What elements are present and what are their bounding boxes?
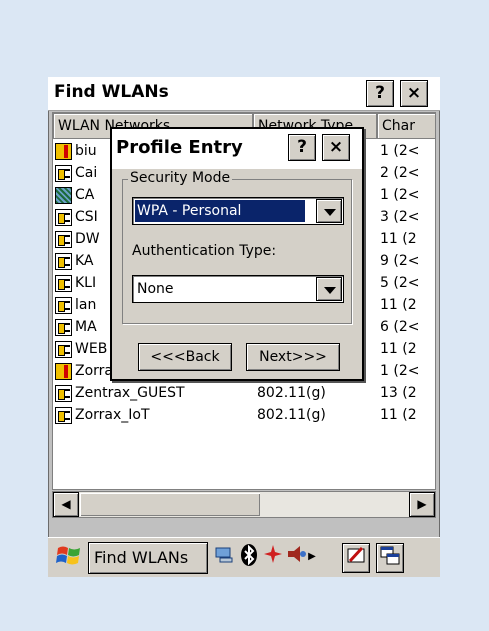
network-icon: [55, 319, 72, 336]
channel: 6 (2<: [380, 319, 420, 335]
wlan-name: CA: [75, 187, 95, 203]
dialog-titlebar: Profile Entry ? ×: [112, 129, 362, 169]
network-icon: [55, 209, 72, 226]
scroll-left-icon[interactable]: ◀: [53, 492, 79, 517]
dialog-title: Profile Entry: [116, 137, 243, 158]
dialog-help-button[interactable]: ?: [288, 134, 316, 161]
close-button[interactable]: ×: [400, 80, 428, 107]
channel: 11 (2: [380, 341, 417, 357]
window-switch-icon[interactable]: [376, 543, 404, 573]
dialog-close-button[interactable]: ×: [322, 134, 350, 161]
security-mode-value: WPA - Personal: [135, 200, 305, 222]
channel: 1 (2<: [380, 187, 420, 203]
taskbar-find-wlans[interactable]: Find WLANs: [88, 542, 208, 574]
window-title: Find WLANs: [54, 82, 169, 102]
channel: 13 (2: [380, 385, 417, 401]
list-item[interactable]: Zorrax_IoT 802.11(g) 11 (2: [53, 405, 435, 427]
channel: 11 (2: [380, 297, 417, 313]
security-mode-label: Security Mode: [128, 170, 233, 186]
chevron-down-icon[interactable]: [316, 199, 342, 223]
channel: 11 (2: [380, 407, 417, 423]
warning-network-icon: [55, 363, 72, 380]
channel: 1 (2<: [380, 363, 420, 379]
help-button[interactable]: ?: [366, 80, 394, 107]
channel: 3 (2<: [380, 209, 420, 225]
network-icon: [55, 385, 72, 402]
network-icon: [55, 253, 72, 270]
authentication-type-label: Authentication Type:: [132, 243, 277, 259]
window-titlebar: Find WLANs ? ×: [48, 77, 440, 111]
network-icon: [55, 297, 72, 314]
wlan-name: biu: [75, 143, 97, 159]
arrow-icon[interactable]: ▶: [306, 543, 318, 571]
channel: 1 (2<: [380, 143, 420, 159]
wlan-name: CSI: [75, 209, 98, 225]
wlan-name: Cai: [75, 165, 98, 181]
wlan-name: DW: [75, 231, 100, 247]
network-icon: [55, 275, 72, 292]
channel: 11 (2: [380, 231, 417, 247]
security-mode-select[interactable]: WPA - Personal: [132, 197, 344, 225]
pen-icon[interactable]: [342, 543, 370, 573]
scroll-right-icon[interactable]: ▶: [409, 492, 435, 517]
chevron-down-icon[interactable]: [316, 277, 342, 301]
network-icon[interactable]: [214, 543, 236, 571]
channel: 5 (2<: [380, 275, 420, 291]
network-icon: [55, 231, 72, 248]
network-icon: [55, 165, 72, 182]
warning-network-icon: [55, 143, 72, 160]
wlan-name: MA: [75, 319, 97, 335]
back-button[interactable]: <<<Back: [138, 343, 232, 371]
taskbar: Find WLANs ▶: [48, 537, 440, 577]
horizontal-scrollbar[interactable]: ◀ ▶: [52, 491, 436, 518]
channel: 9 (2<: [380, 253, 420, 269]
network-icon: [55, 407, 72, 424]
wlan-name: KLI: [75, 275, 97, 291]
profile-entry-dialog: Profile Entry ? × Security Mode WPA - Pe…: [110, 127, 364, 381]
bluetooth-icon[interactable]: [238, 543, 260, 571]
windows-flag-icon[interactable]: [52, 542, 86, 574]
wlan-name: Zentrax_GUEST: [75, 385, 185, 401]
network-icon: [55, 341, 72, 358]
wlan-name: Zorrax_IoT: [75, 407, 150, 423]
wlan-name: KA: [75, 253, 94, 269]
volume-icon[interactable]: [286, 543, 308, 571]
next-button[interactable]: Next>>>: [246, 343, 340, 371]
channel: 2 (2<: [380, 165, 420, 181]
wlan-name: lan: [75, 297, 97, 313]
authentication-type-select[interactable]: None: [132, 275, 344, 303]
scroll-thumb[interactable]: [80, 493, 260, 516]
authentication-type-value: None: [137, 281, 174, 297]
list-item[interactable]: Zentrax_GUEST 802.11(g) 13 (2: [53, 383, 435, 405]
network-type: 802.11(g): [257, 407, 326, 423]
secure-network-icon: [55, 187, 72, 204]
network-type: 802.11(g): [257, 385, 326, 401]
wireless-icon[interactable]: [262, 543, 284, 571]
column-header-channel[interactable]: Char: [377, 113, 435, 139]
